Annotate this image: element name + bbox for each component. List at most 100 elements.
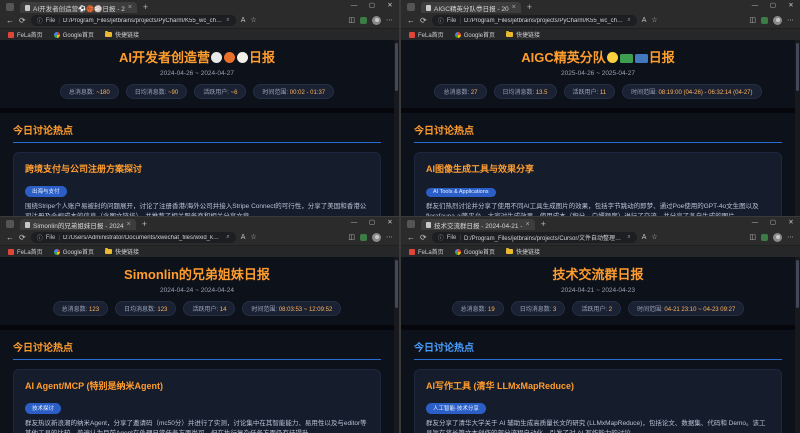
scrollbar[interactable] — [795, 257, 800, 433]
tab-close-icon[interactable]: × — [127, 221, 131, 228]
bookmark-label: FeLa首页 — [418, 247, 444, 256]
more-menu-icon[interactable]: ⋯ — [787, 234, 794, 241]
search-icon[interactable]: ⌕ — [627, 17, 630, 24]
new-tab-button[interactable]: + — [541, 220, 546, 229]
close-button[interactable]: ✕ — [782, 0, 800, 12]
bookmark-quick-links[interactable]: 快捷链接 — [506, 30, 540, 39]
bookmark-google[interactable]: Google首页 — [54, 247, 94, 256]
back-button[interactable]: ← — [6, 234, 14, 242]
favorite-star-icon[interactable]: ☆ — [250, 234, 256, 241]
site-info-icon[interactable]: ⓘ — [438, 233, 444, 242]
split-screen-icon[interactable]: ◫ — [749, 17, 756, 24]
maximize-button[interactable]: ▢ — [363, 217, 381, 229]
more-menu-icon[interactable]: ⋯ — [787, 17, 794, 24]
profile-avatar[interactable] — [372, 233, 381, 242]
browser-tab[interactable]: 技术交流群日报 - 2024-04-21 - × — [421, 219, 535, 230]
bookmark-fela[interactable]: FeLa首页 — [409, 247, 444, 256]
favorite-star-icon[interactable]: ☆ — [250, 17, 256, 24]
minimize-button[interactable]: — — [345, 217, 363, 229]
refresh-button[interactable]: ⟳ — [19, 234, 26, 242]
stat-pill: 活跃用户: 14 — [183, 301, 235, 316]
read-aloud-button[interactable]: A — [642, 17, 647, 24]
minimize-button[interactable]: — — [345, 0, 363, 12]
browser-tab[interactable]: Simonlin的兄弟姐妹日报 - 2024 × — [20, 219, 136, 230]
more-menu-icon[interactable]: ⋯ — [386, 234, 393, 241]
address-bar[interactable]: ⓘ File | D:/Users/Administrator/Document… — [31, 232, 236, 243]
close-button[interactable]: ✕ — [381, 217, 399, 229]
split-screen-icon[interactable]: ◫ — [348, 17, 355, 24]
bookmark-quick-links[interactable]: 快捷链接 — [105, 30, 139, 39]
browser-tab[interactable]: AIGC精英分队😎日报 - 20 × — [421, 2, 521, 13]
stat-label: 活跃用户: — [581, 307, 607, 313]
read-aloud-button[interactable]: A — [241, 17, 246, 24]
search-icon[interactable]: ⌕ — [226, 234, 229, 241]
bookmark-google[interactable]: Google首页 — [455, 247, 495, 256]
window-controls: — ▢ ✕ — [746, 217, 800, 229]
split-screen-icon[interactable]: ◫ — [749, 234, 756, 241]
browser-logo-icon — [407, 220, 415, 228]
back-button[interactable]: ← — [407, 234, 415, 242]
tab-close-icon[interactable]: × — [128, 4, 132, 11]
back-button[interactable]: ← — [407, 17, 415, 25]
scrollbar-thumb[interactable] — [796, 43, 799, 91]
extension-icon[interactable] — [761, 17, 768, 24]
site-info-icon[interactable]: ⓘ — [37, 16, 43, 25]
scrollbar-thumb[interactable] — [796, 260, 799, 308]
bookmark-fela[interactable]: FeLa首页 — [8, 30, 43, 39]
minimize-button[interactable]: — — [746, 217, 764, 229]
fela-favicon-icon — [409, 32, 415, 38]
more-menu-icon[interactable]: ⋯ — [386, 17, 393, 24]
close-button[interactable]: ✕ — [782, 217, 800, 229]
back-button[interactable]: ← — [6, 17, 14, 25]
bookmark-google[interactable]: Google首页 — [54, 30, 94, 39]
tab-close-icon[interactable]: × — [526, 221, 530, 228]
new-tab-button[interactable]: + — [142, 220, 147, 229]
bookmark-quick-links[interactable]: 快捷链接 — [506, 247, 540, 256]
bookmark-google[interactable]: Google首页 — [455, 30, 495, 39]
folder-icon — [506, 249, 513, 254]
bookmark-fela[interactable]: FeLa首页 — [409, 30, 444, 39]
scrollbar[interactable] — [795, 40, 800, 216]
refresh-button[interactable]: ⟳ — [420, 234, 427, 242]
site-info-icon[interactable]: ⓘ — [37, 233, 43, 242]
stat-pill: 活跃用户: 2 — [572, 301, 621, 316]
scrollbar-thumb[interactable] — [395, 260, 398, 308]
refresh-button[interactable]: ⟳ — [19, 17, 26, 25]
read-aloud-button[interactable]: A — [241, 234, 246, 241]
read-aloud-button[interactable]: A — [642, 234, 647, 241]
browser-tab[interactable]: AI开发者创造营⚽🏀🏐日报 - 2 × — [20, 2, 137, 13]
new-tab-button[interactable]: + — [143, 3, 148, 12]
maximize-button[interactable]: ▢ — [764, 0, 782, 12]
scrollbar[interactable] — [394, 257, 399, 433]
refresh-button[interactable]: ⟳ — [420, 17, 427, 25]
close-button[interactable]: ✕ — [381, 0, 399, 12]
section-heading: 今日讨论热点 — [13, 122, 381, 137]
address-divider: | — [58, 18, 60, 24]
site-info-icon[interactable]: ⓘ — [438, 16, 444, 25]
address-bar[interactable]: ⓘ File | D:/Program_Files/jetbrains/proj… — [432, 15, 637, 26]
maximize-button[interactable]: ▢ — [764, 217, 782, 229]
extension-icon[interactable] — [360, 234, 367, 241]
profile-avatar[interactable] — [773, 233, 782, 242]
address-bar[interactable]: ⓘ File | D:/Program_Files/jetbrains/proj… — [31, 15, 236, 26]
extension-icon[interactable] — [761, 234, 768, 241]
search-icon[interactable]: ⌕ — [627, 234, 630, 241]
address-bar[interactable]: ⓘ File | D:/Program_Files/jetbrains/proj… — [432, 232, 637, 243]
bookmark-fela[interactable]: FeLa首页 — [8, 247, 43, 256]
bookmark-quick-links[interactable]: 快捷链接 — [105, 247, 139, 256]
favorite-star-icon[interactable]: ☆ — [651, 234, 657, 241]
search-icon[interactable]: ⌕ — [226, 17, 229, 24]
scrollbar-thumb[interactable] — [395, 43, 398, 91]
stat-value: 123 — [157, 307, 167, 313]
topic-title: AI图像生成工具与效果分享 — [426, 162, 770, 175]
extension-icon[interactable] — [360, 17, 367, 24]
minimize-button[interactable]: — — [746, 0, 764, 12]
scrollbar[interactable] — [394, 40, 399, 216]
profile-avatar[interactable] — [372, 16, 381, 25]
new-tab-button[interactable]: + — [527, 3, 532, 12]
split-screen-icon[interactable]: ◫ — [348, 234, 355, 241]
tab-close-icon[interactable]: × — [512, 4, 516, 11]
favorite-star-icon[interactable]: ☆ — [651, 17, 657, 24]
profile-avatar[interactable] — [773, 16, 782, 25]
maximize-button[interactable]: ▢ — [363, 0, 381, 12]
